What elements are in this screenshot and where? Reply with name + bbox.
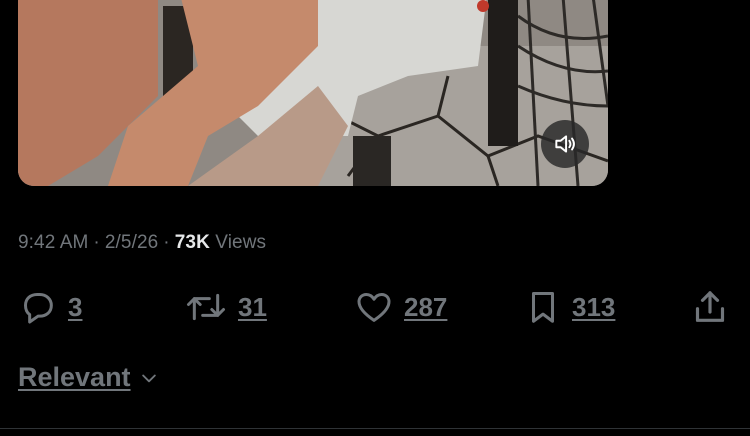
separator-dot: ·	[93, 232, 100, 253]
post-action-bar: 3 31 287 313	[18, 286, 730, 328]
bookmark-icon	[531, 292, 555, 323]
repost-button[interactable]: 31	[184, 286, 267, 328]
speaker-muted-icon	[555, 135, 575, 153]
speech-bubble-icon	[24, 293, 53, 324]
separator-dot: ·	[163, 232, 170, 253]
repost-count: 31	[238, 291, 267, 322]
video-player[interactable]	[18, 0, 608, 186]
share-upload-icon	[695, 291, 725, 322]
share-button[interactable]	[690, 286, 730, 328]
post-metadata: 9:42 AM · 2/5/26 · 73K Views	[18, 232, 266, 254]
video-frame	[18, 0, 608, 186]
like-count: 287	[404, 291, 448, 322]
heart-icon	[357, 293, 391, 322]
replies-sort-label: Relevant	[18, 362, 131, 392]
views-label: Views	[215, 232, 267, 253]
mute-toggle-button[interactable]	[541, 120, 589, 168]
chevron-down-icon	[141, 374, 156, 382]
bookmark-count: 313	[572, 291, 616, 322]
post-time[interactable]: 9:42 AM	[18, 232, 88, 253]
reply-count: 3	[68, 291, 83, 322]
repost-arrows-icon	[187, 293, 225, 321]
views-count: 73K	[174, 232, 210, 253]
bookmark-button[interactable]: 313	[524, 286, 615, 328]
reply-button[interactable]: 3	[18, 286, 82, 328]
section-divider	[0, 428, 750, 429]
like-button[interactable]: 287	[354, 286, 447, 328]
post-date[interactable]: 2/5/26	[105, 232, 158, 253]
replies-sort-dropdown[interactable]: Relevant	[18, 362, 159, 393]
